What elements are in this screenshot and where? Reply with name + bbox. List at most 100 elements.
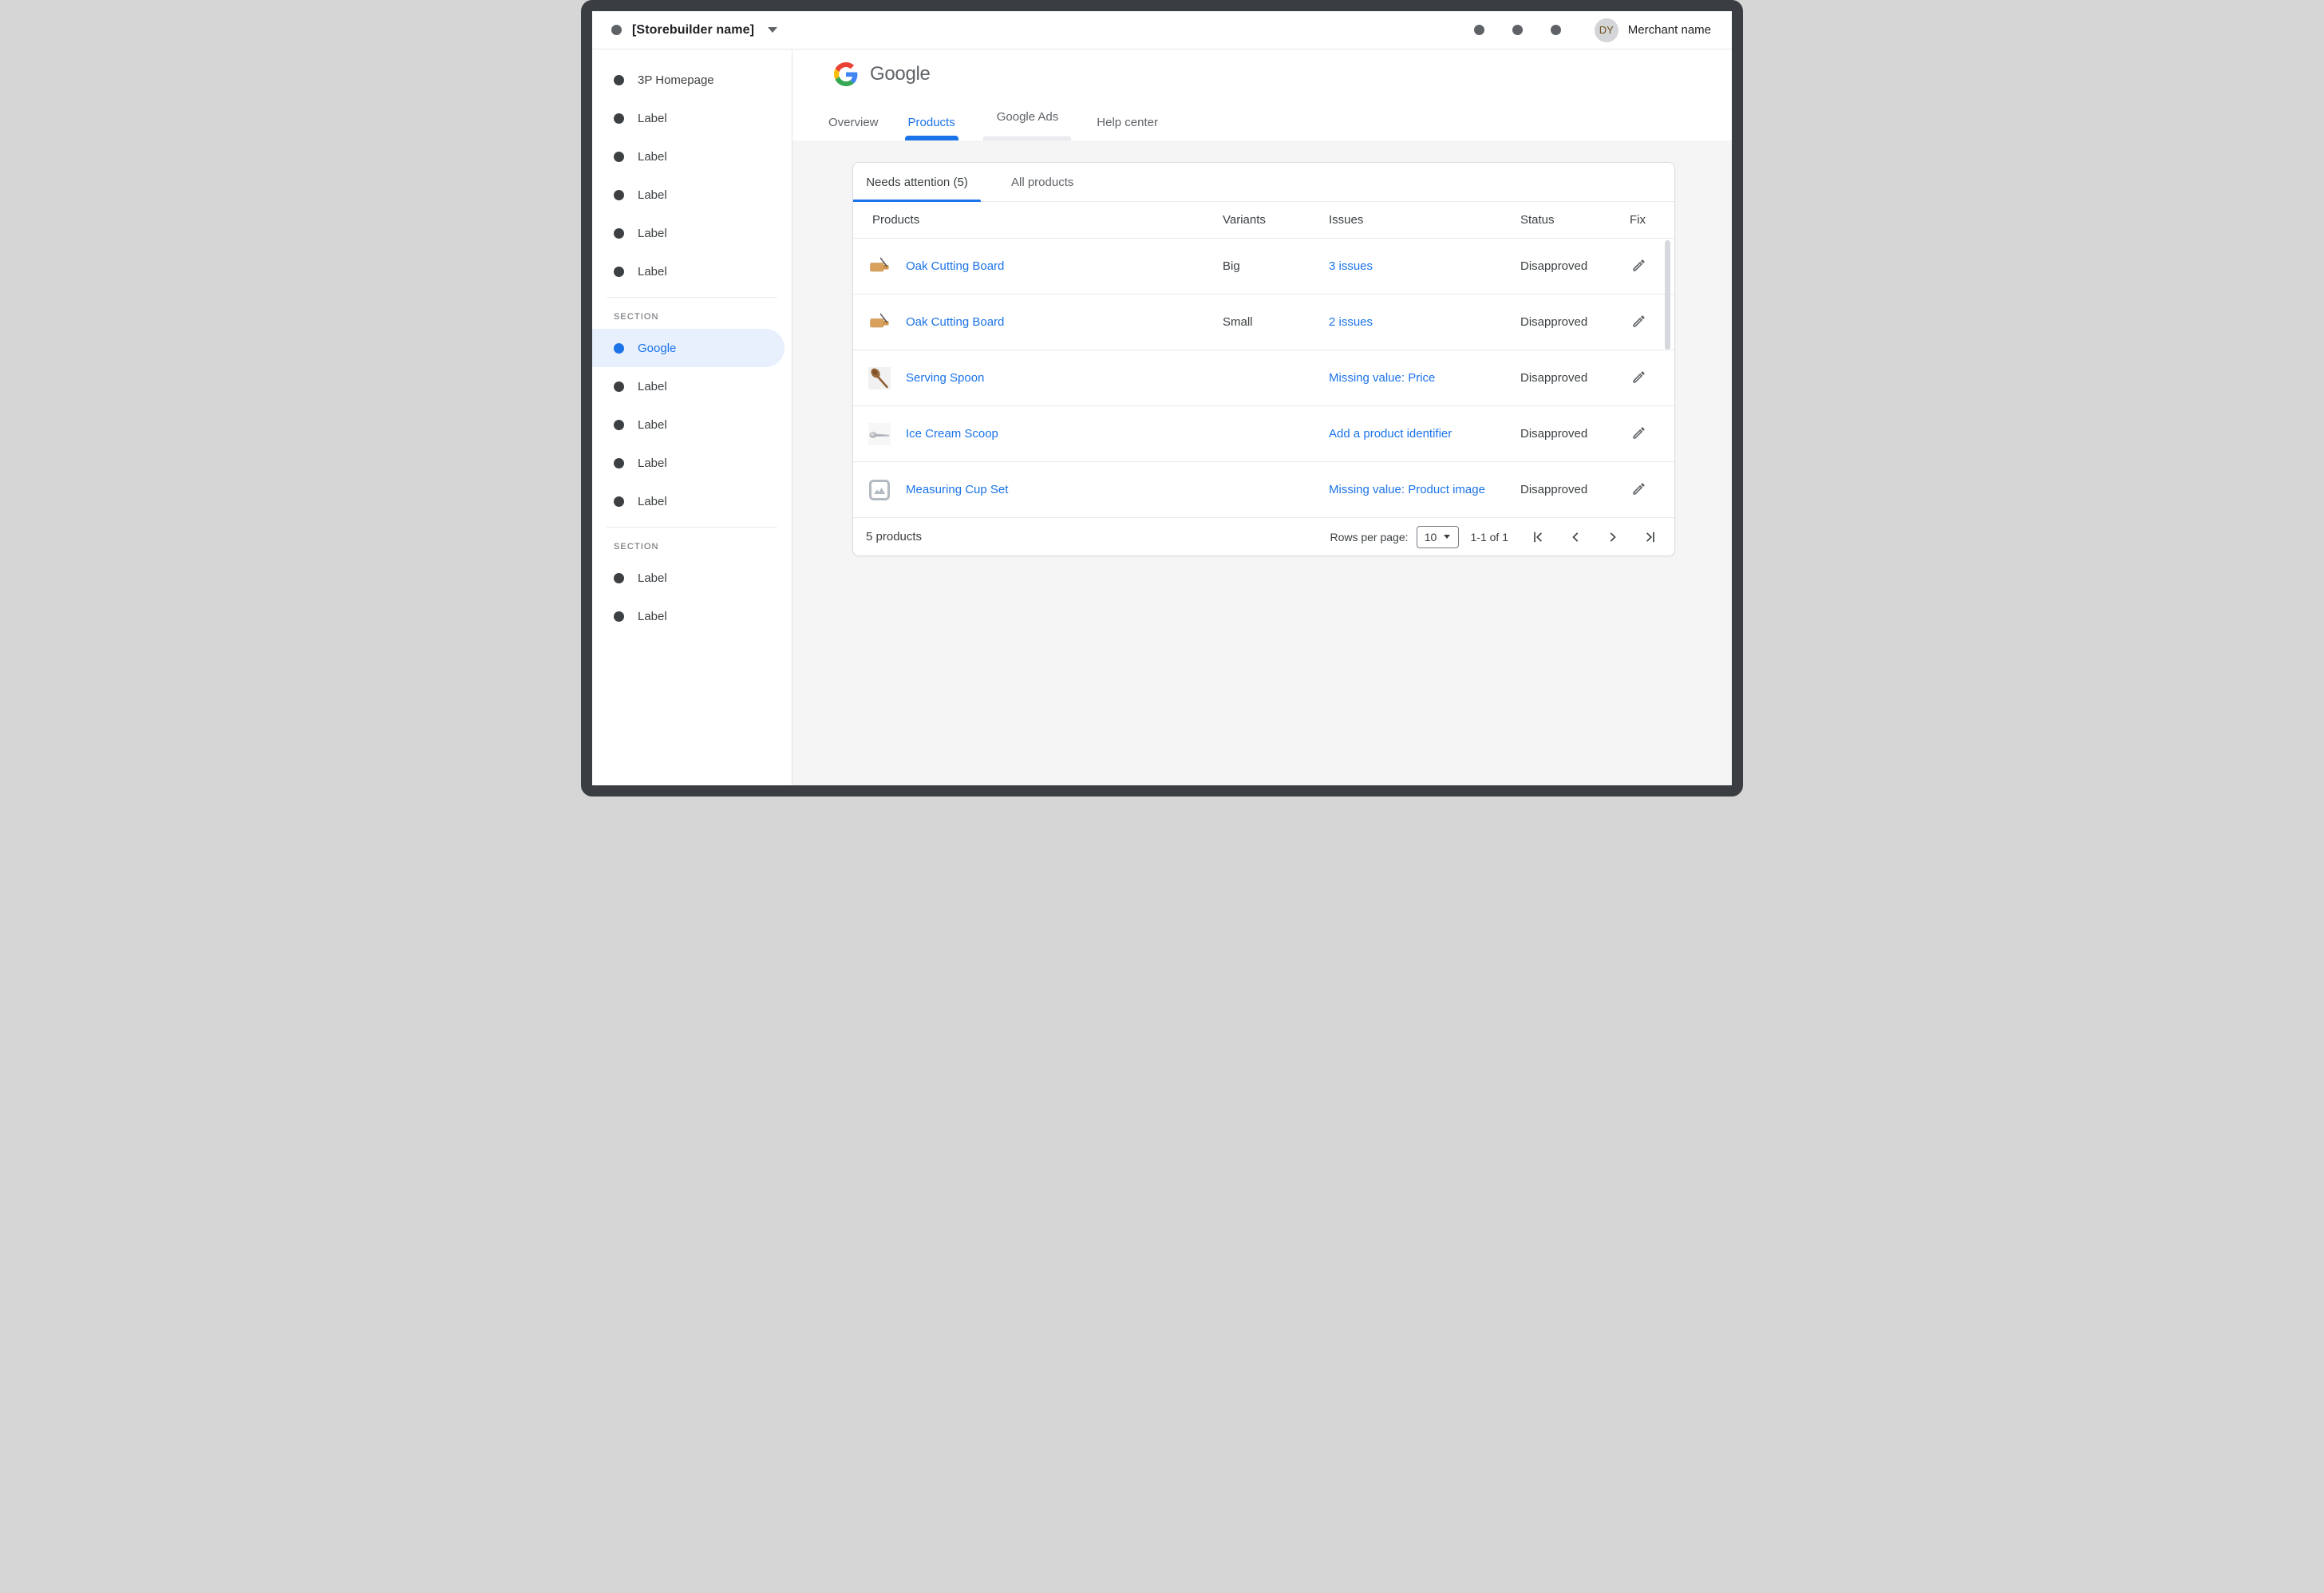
sidebar-item-label: Label xyxy=(638,457,667,470)
sidebar-item-label-s1-0[interactable]: Label xyxy=(592,559,792,597)
toolbar-icon-3[interactable] xyxy=(1551,25,1561,35)
placeholder-thumbnail xyxy=(868,479,891,501)
sidebar-item-google-s0-0[interactable]: Google xyxy=(592,329,785,367)
main-tabs: Overview Products Google Ads Help center xyxy=(827,116,1160,140)
bullet-icon xyxy=(614,152,624,162)
cutting-board-thumbnail xyxy=(868,311,891,334)
bullet-icon xyxy=(614,343,624,354)
rows-per-page-value: 10 xyxy=(1425,531,1437,544)
first-page-button[interactable] xyxy=(1530,529,1546,545)
tab-label: Overview xyxy=(828,116,879,129)
sidebar-divider xyxy=(607,527,777,528)
sidebar-item-label-t1[interactable]: Label xyxy=(592,99,792,137)
sidebar-section-label: SECTION xyxy=(592,304,792,329)
sidebar-divider xyxy=(607,297,777,298)
storebuilder-name: [Storebuilder name] xyxy=(632,23,754,38)
app-window: [Storebuilder name] DY Merchant name 3P … xyxy=(581,0,1743,796)
tab-overview[interactable]: Overview xyxy=(827,116,880,140)
table-row: Serving SpoonMissing value: PriceDisappr… xyxy=(853,350,1674,406)
issue-link[interactable]: Missing value: Product image xyxy=(1329,483,1485,496)
table-row: Measuring Cup Set Missing value: Product … xyxy=(853,462,1674,518)
toolbar-icon-2[interactable] xyxy=(1512,25,1523,35)
col-status: Status xyxy=(1520,213,1630,227)
fix-edit-button[interactable] xyxy=(1630,424,1648,442)
previous-page-button[interactable] xyxy=(1567,529,1583,545)
products-count: 5 products xyxy=(866,530,922,544)
fix-edit-button[interactable] xyxy=(1630,312,1648,330)
bullet-icon xyxy=(614,267,624,277)
product-link[interactable]: Ice Cream Scoop xyxy=(906,427,998,441)
chevron-down-icon xyxy=(1444,535,1450,539)
scrollbar-thumb[interactable] xyxy=(1665,240,1670,350)
product-link[interactable]: Serving Spoon xyxy=(906,371,984,385)
sidebar-item-label: Label xyxy=(638,265,667,279)
fix-edit-button[interactable] xyxy=(1630,256,1648,275)
products-card: Needs attention (5) All products Products… xyxy=(852,162,1675,556)
fix-edit-button[interactable] xyxy=(1630,368,1648,386)
sidebar-item-label: 3P Homepage xyxy=(638,73,714,87)
main-area: Google OverviewProductsGoogle AdsHelp ce… xyxy=(792,49,1732,785)
bullet-icon xyxy=(614,190,624,200)
sidebar-item-label: Google xyxy=(638,342,676,355)
fix-edit-button[interactable] xyxy=(1630,480,1648,498)
scoop-thumbnail xyxy=(868,423,891,445)
top-bar: [Storebuilder name] DY Merchant name xyxy=(592,11,1732,49)
sidebar-item-label: Label xyxy=(638,495,667,508)
bullet-icon xyxy=(614,458,624,468)
product-cell: Serving Spoon xyxy=(868,367,1223,389)
sidebar-section-label: SECTION xyxy=(592,534,792,559)
sidebar: 3P Homepage Label Label Label Label Labe… xyxy=(592,49,792,785)
status-cell: Disapproved xyxy=(1520,259,1630,273)
spoon-thumbnail xyxy=(868,367,891,389)
status-cell: Disapproved xyxy=(1520,315,1630,329)
table-header: Products Variants Issues Status Fix xyxy=(853,202,1674,239)
sidebar-item-label-s0-2[interactable]: Label xyxy=(592,405,792,444)
sidebar-item-label: Label xyxy=(638,188,667,202)
sidebar-item-label: Label xyxy=(638,610,667,623)
sidebar-item-label-t3[interactable]: Label xyxy=(592,176,792,214)
tab-products[interactable]: Products xyxy=(907,116,957,140)
product-link[interactable]: Oak Cutting Board xyxy=(906,259,1004,273)
sidebar-item-label-s0-3[interactable]: Label xyxy=(592,444,792,482)
rows-per-page-select[interactable]: 10 xyxy=(1417,526,1459,548)
issue-link[interactable]: 2 issues xyxy=(1329,315,1373,329)
product-link[interactable]: Oak Cutting Board xyxy=(906,315,1004,329)
sidebar-item-label-s1-1[interactable]: Label xyxy=(592,597,792,635)
next-page-button[interactable] xyxy=(1605,529,1621,545)
google-logo-icon xyxy=(834,62,858,86)
table-row: Oak Cutting BoardSmall2 issuesDisapprove… xyxy=(853,294,1674,350)
sidebar-item-label-s0-1[interactable]: Label xyxy=(592,367,792,405)
last-page-button[interactable] xyxy=(1642,529,1658,545)
tab-google-ads[interactable]: Google Ads xyxy=(995,116,1061,140)
issues-cell: 2 issues xyxy=(1329,315,1520,329)
card-tab-needs-attention-5-[interactable]: Needs attention (5) xyxy=(853,163,981,201)
bullet-icon xyxy=(614,496,624,507)
product-link[interactable]: Measuring Cup Set xyxy=(906,483,1008,496)
fix-cell xyxy=(1630,368,1674,388)
sidebar-item-label: Label xyxy=(638,571,667,585)
tab-help-center[interactable]: Help center xyxy=(1095,116,1160,140)
sidebar-item-label-t5[interactable]: Label xyxy=(592,252,792,291)
sidebar-item-label: Label xyxy=(638,418,667,432)
toolbar-icon-1[interactable] xyxy=(1474,25,1484,35)
bullet-icon xyxy=(614,611,624,622)
issues-cell: 3 issues xyxy=(1329,259,1520,273)
tab-label: Products xyxy=(908,116,955,129)
sidebar-item-label-s0-4[interactable]: Label xyxy=(592,482,792,520)
table-row: Oak Cutting BoardBig3 issuesDisapproved xyxy=(853,239,1674,294)
sidebar-item-3p-homepage-t0[interactable]: 3P Homepage xyxy=(592,61,792,99)
sidebar-item-label-t4[interactable]: Label xyxy=(592,214,792,252)
issue-link[interactable]: 3 issues xyxy=(1329,259,1373,273)
issue-link[interactable]: Add a product identifier xyxy=(1329,427,1452,441)
tab-label: Help center xyxy=(1097,116,1158,129)
top-bar-actions: DY Merchant name xyxy=(1446,18,1711,42)
storebuilder-menu[interactable]: [Storebuilder name] xyxy=(611,23,777,38)
issues-cell: Add a product identifier xyxy=(1329,427,1520,441)
issue-link[interactable]: Missing value: Price xyxy=(1329,371,1435,385)
card-tab-all-products[interactable]: All products xyxy=(1011,163,1073,201)
avatar[interactable]: DY xyxy=(1595,18,1618,42)
sidebar-item-label: Label xyxy=(638,380,667,393)
table-row: Ice Cream ScoopAdd a product identifierD… xyxy=(853,406,1674,462)
sidebar-item-label-t2[interactable]: Label xyxy=(592,137,792,176)
bullet-icon xyxy=(614,113,624,124)
